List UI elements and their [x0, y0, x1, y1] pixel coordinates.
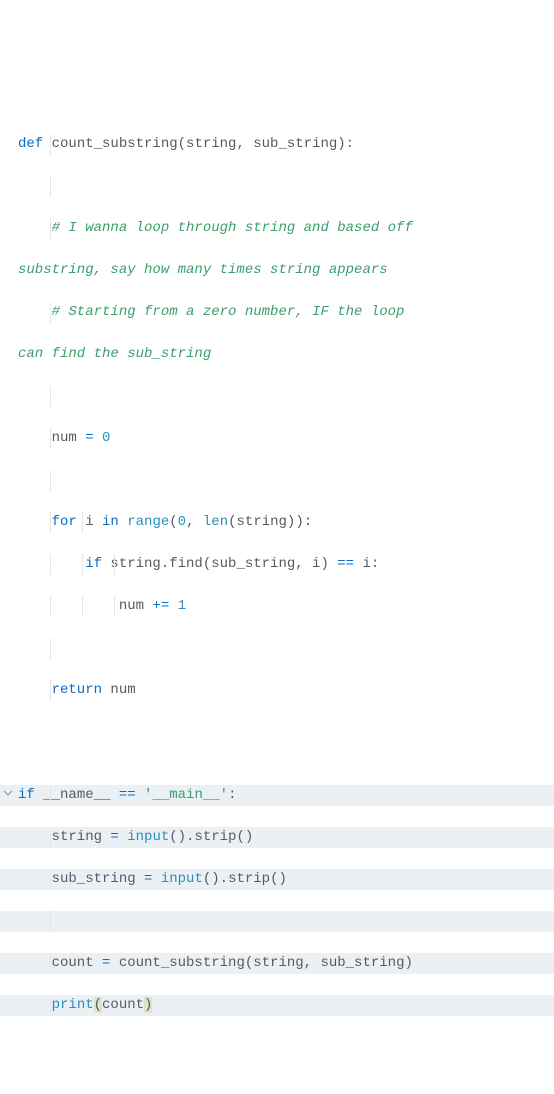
code-line: num += 1 [0, 596, 554, 617]
operator-eq: == [337, 556, 354, 572]
code-line [0, 638, 554, 659]
operator: += [152, 598, 169, 614]
operator: = [85, 430, 93, 446]
code-line: can find the sub_string [0, 344, 554, 365]
code-line: num = 0 [0, 428, 554, 449]
keyword-if: if [18, 787, 35, 803]
code-line: # I wanna loop through string and based … [0, 218, 554, 239]
operator-eq: == [119, 787, 136, 803]
string-literal: '__main__' [144, 787, 228, 803]
code-line: string = input().strip() [0, 827, 554, 848]
builtin-len: len [203, 514, 228, 530]
keyword-for: for [18, 514, 77, 530]
code-line [0, 722, 554, 743]
paren-close: ) [144, 997, 152, 1013]
number-literal: 1 [178, 598, 186, 614]
code-line: count = count_substring(string, sub_stri… [0, 953, 554, 974]
keyword-return: return [18, 682, 102, 698]
code-line: sub_string = input().strip() [0, 869, 554, 890]
code-line: substring, say how many times string app… [0, 260, 554, 281]
code-line: if __name__ == '__main__': [0, 785, 554, 806]
number-literal: 0 [102, 430, 110, 446]
comment: substring, say how many times string app… [18, 262, 388, 278]
keyword-if: if [18, 556, 102, 572]
code-line: print(count) [0, 995, 554, 1016]
code-line [0, 470, 554, 491]
code-line [0, 176, 554, 197]
code-line: # Starting from a zero number, IF the lo… [0, 302, 554, 323]
code-line [0, 911, 554, 932]
code-line: for i in range(0, len(string)): [0, 512, 554, 533]
keyword-def: def [18, 136, 43, 152]
builtin-input: input [127, 829, 169, 845]
builtin-print: print [52, 997, 94, 1013]
keyword-in: in [102, 514, 119, 530]
comment: # Starting from a zero number, IF the lo… [18, 304, 413, 320]
code-editor: def count_substring(string, sub_string):… [0, 92, 554, 1058]
code-line [0, 386, 554, 407]
function-name: count_substring [43, 136, 177, 152]
builtin-input: input [161, 871, 203, 887]
code-text: num [18, 430, 85, 446]
code-line: return num [0, 680, 554, 701]
code-line: if string.find(sub_string, i) == i: [0, 554, 554, 575]
paren-open: ( [94, 997, 102, 1013]
comment: # I wanna loop through string and based … [18, 220, 421, 236]
code-text: (string, sub_string): [178, 136, 354, 152]
builtin-range: range [127, 514, 169, 530]
code-line: def count_substring(string, sub_string): [0, 134, 554, 155]
fold-chevron-icon[interactable] [0, 788, 16, 805]
comment: can find the sub_string [18, 346, 211, 362]
